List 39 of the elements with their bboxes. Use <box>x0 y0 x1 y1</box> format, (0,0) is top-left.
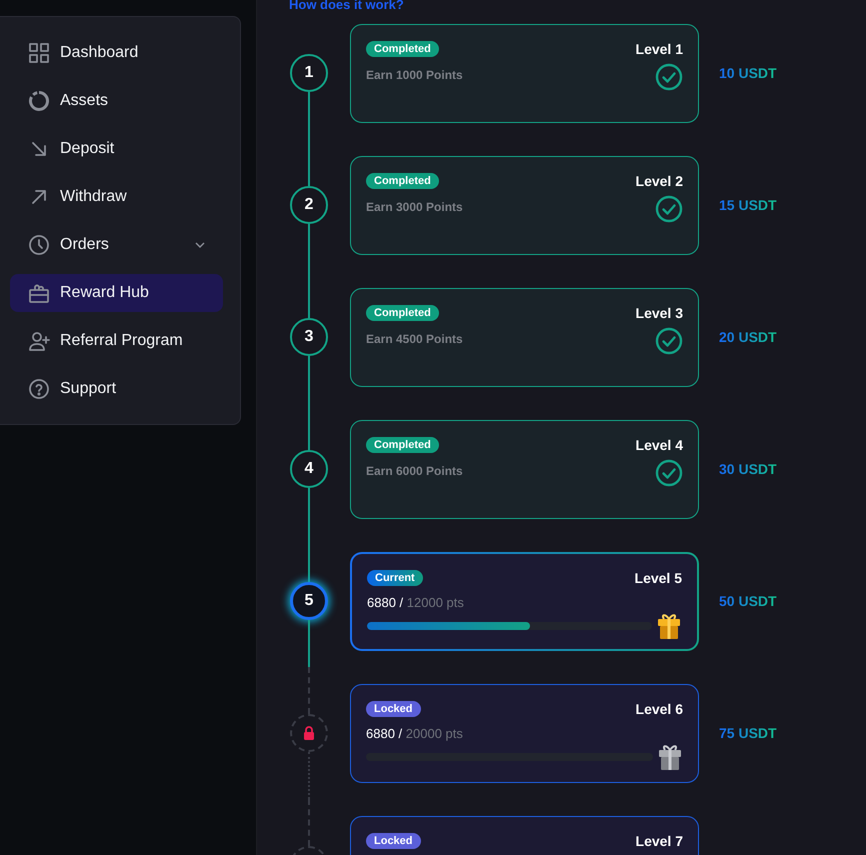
sidebar-item[interactable]: Deposit <box>10 130 223 168</box>
task-description: Earn 3000 Points <box>366 200 463 214</box>
reward-amount: 15 USDT <box>719 197 777 213</box>
reward-amount: 50 USDT <box>719 593 777 609</box>
step-number: 1 <box>290 54 328 92</box>
step-number: 2 <box>290 186 328 224</box>
sidebar-item[interactable]: Orders <box>10 226 223 264</box>
task-description: Earn 1000 Points <box>366 68 463 82</box>
reward-amount: 75 USDT <box>719 725 777 741</box>
sidebar-item[interactable]: Withdraw <box>10 178 223 216</box>
status-badge: Locked <box>366 700 421 716</box>
status-badge: Current <box>367 570 423 586</box>
task-description: Earn 4500 Points <box>366 332 463 346</box>
points-progress-text: 6880 / 12000 pts <box>367 594 465 610</box>
sidebar-item[interactable]: Referral Program <box>10 322 223 360</box>
step-number: 5 <box>290 582 328 620</box>
status-badge: Locked <box>366 832 421 848</box>
status-badge: Completed <box>366 304 439 320</box>
level-title: Level 5 <box>634 570 682 586</box>
level-title: Level 7 <box>636 832 683 848</box>
reward-amount: 10 USDT <box>719 65 777 81</box>
level-title: Level 4 <box>636 436 683 452</box>
task-description: Earn 6000 Points <box>366 464 463 478</box>
step-number: 4 <box>290 450 328 488</box>
reward-amount: 20 USDT <box>719 329 777 345</box>
level-title: Level 2 <box>636 172 683 188</box>
reward-amount: 30 USDT <box>719 461 777 477</box>
level-title: Level 3 <box>636 304 683 320</box>
status-badge: Completed <box>366 40 439 56</box>
level-title: Level 1 <box>636 40 683 56</box>
step-number: 3 <box>290 318 328 356</box>
sidebar-item[interactable]: Dashboard <box>10 34 223 72</box>
sidebar-item[interactable]: Support <box>10 370 223 408</box>
status-badge: Completed <box>366 436 439 452</box>
points-progress-text: 6880 / 20000 pts <box>366 726 464 740</box>
sidebar-item[interactable]: Reward Hub <box>10 274 223 312</box>
status-badge: Completed <box>366 172 439 188</box>
sidebar-item[interactable]: Assets <box>10 82 223 120</box>
level-title: Level 6 <box>636 700 683 716</box>
